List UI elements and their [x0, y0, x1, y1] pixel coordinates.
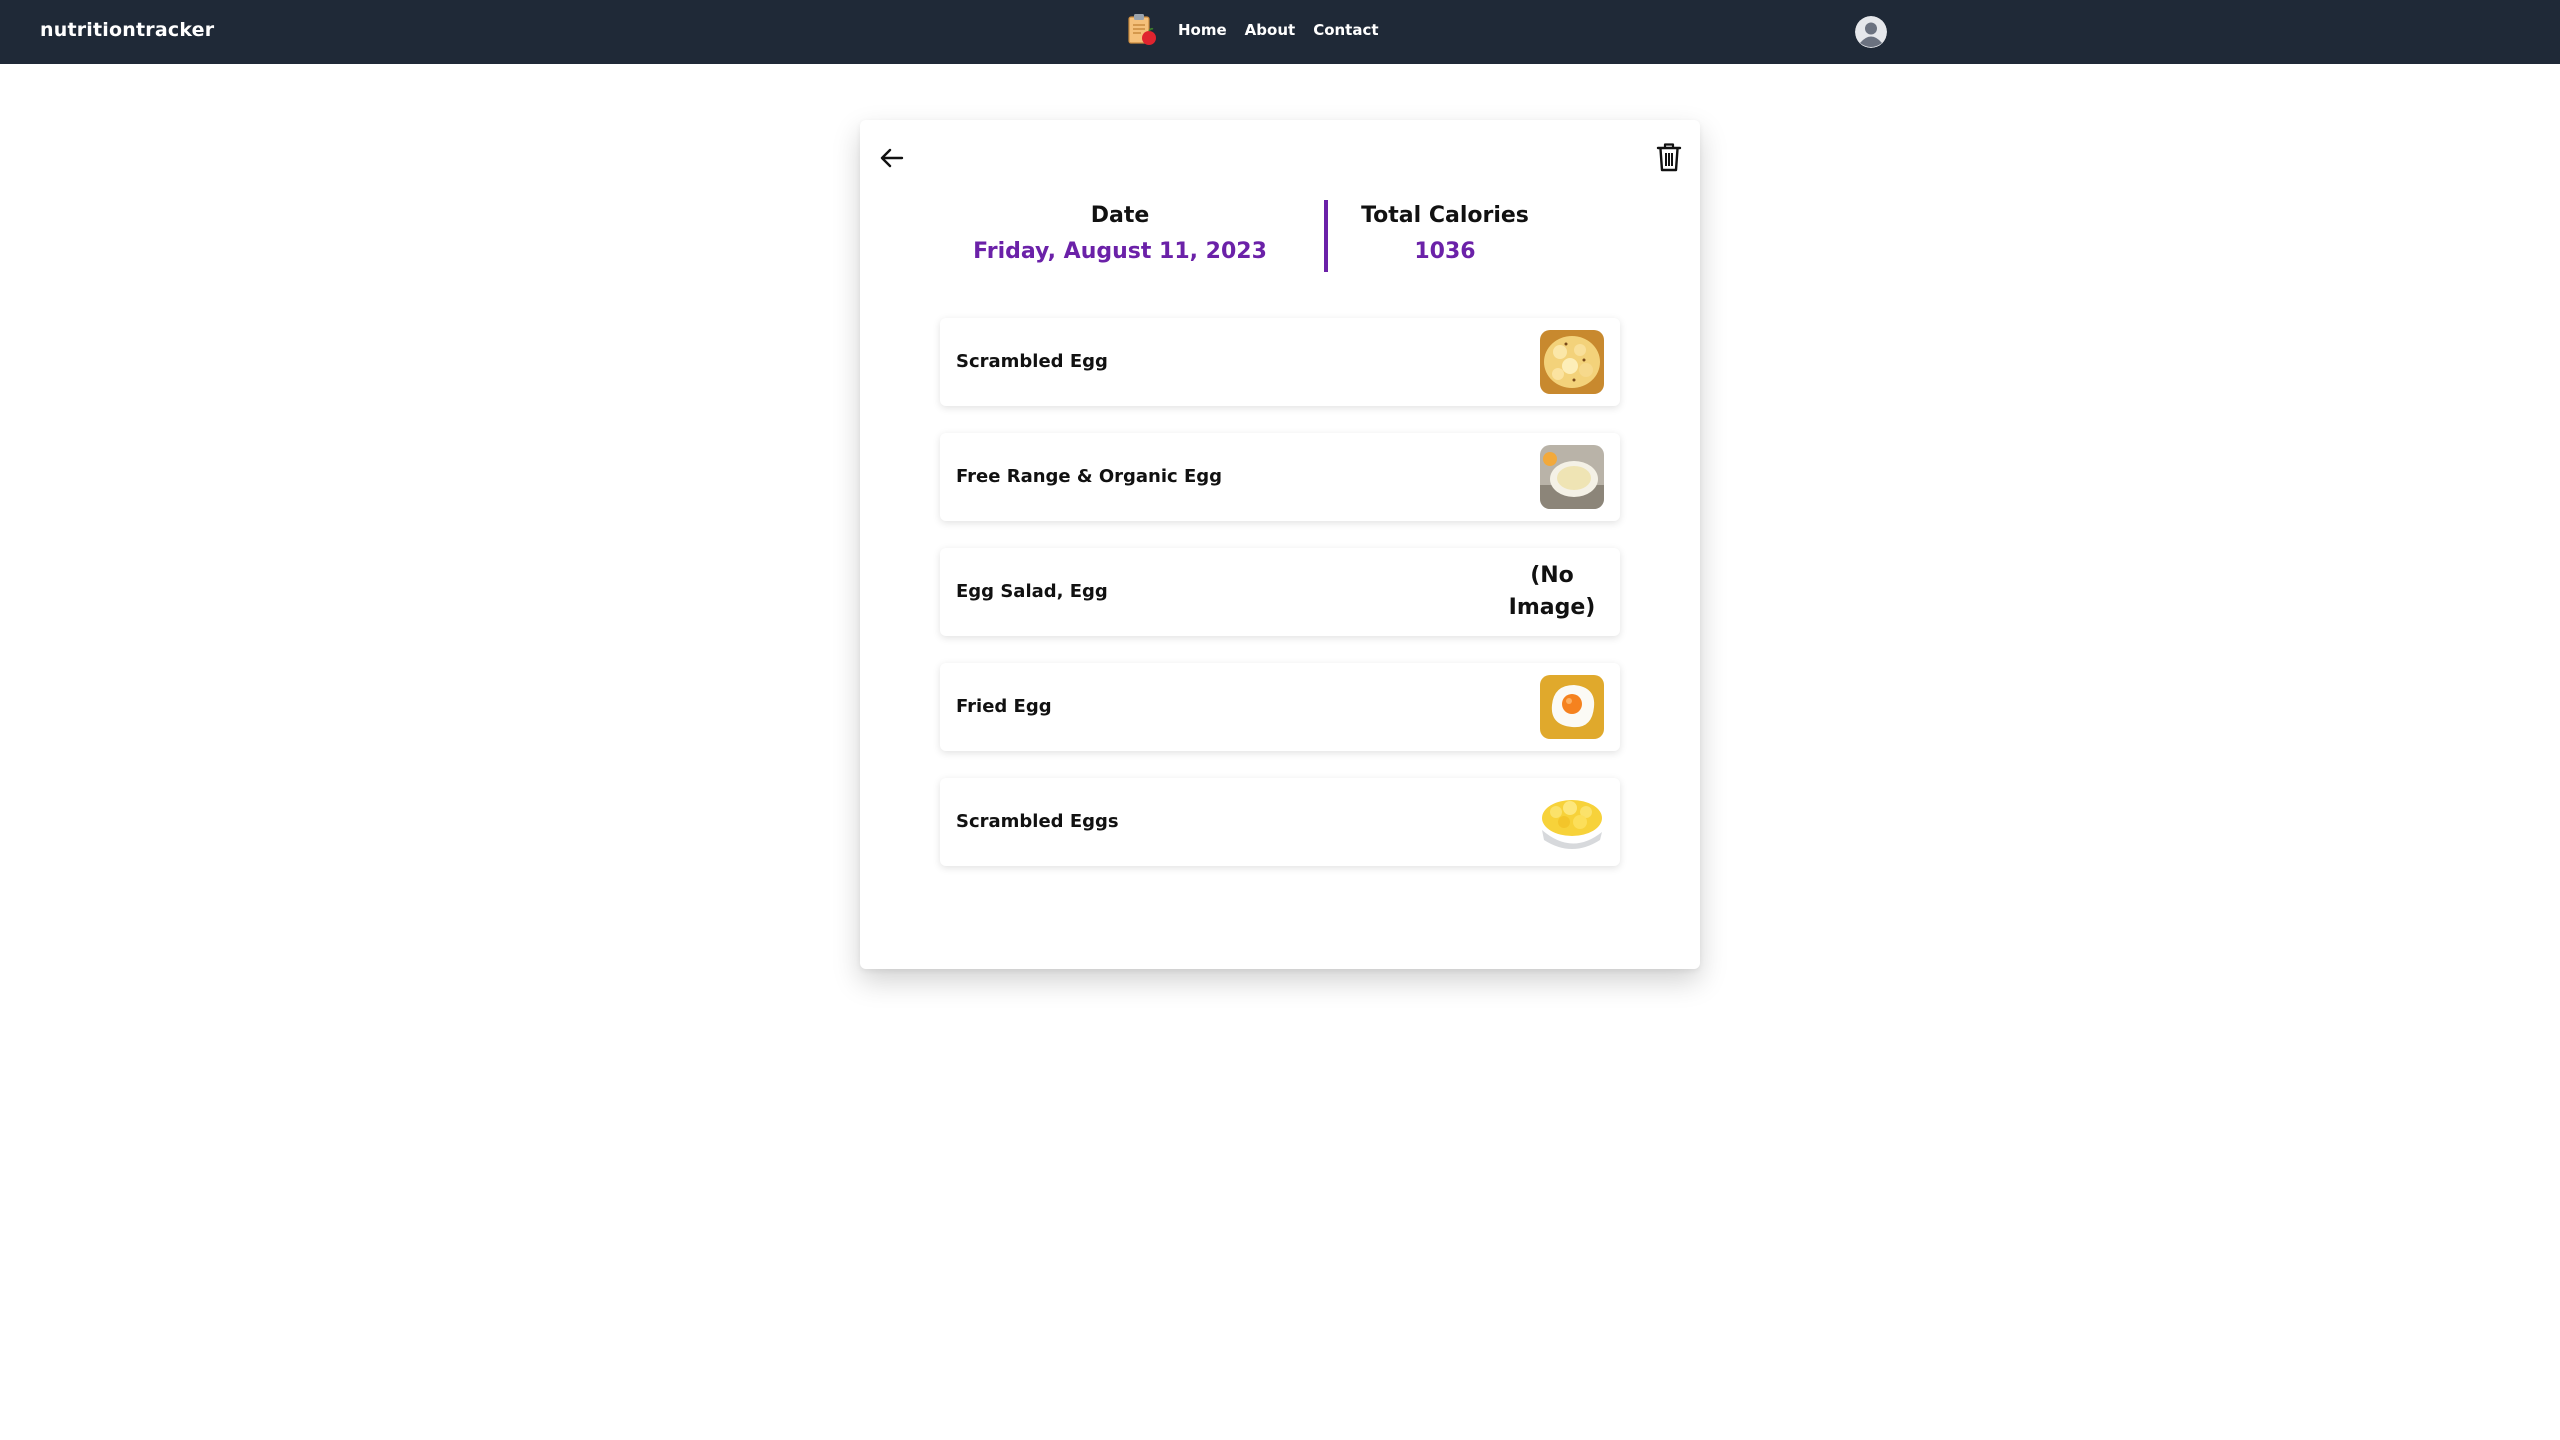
- calories-value: 1036: [1414, 239, 1476, 264]
- food-name: Fried Egg: [956, 696, 1052, 717]
- date-summary: Date Friday, August 11, 2023: [970, 200, 1270, 268]
- nav-contact[interactable]: Contact: [1313, 21, 1378, 39]
- scrambled-egg-photo: [1540, 330, 1604, 394]
- food-item-fried-egg[interactable]: Fried Egg: [940, 663, 1620, 751]
- food-item-scrambled-egg[interactable]: Scrambled Egg: [940, 318, 1620, 406]
- brand-link[interactable]: nutritiontracker: [40, 0, 214, 60]
- food-list: Scrambled Egg Free Range & Organic Egg E…: [940, 318, 1620, 893]
- delete-button[interactable]: [1654, 140, 1684, 174]
- user-avatar-icon[interactable]: [1855, 16, 1887, 48]
- meal-detail-card: Date Friday, August 11, 2023 Total Calor…: [860, 120, 1700, 969]
- nav-about[interactable]: About: [1245, 21, 1296, 39]
- food-name: Egg Salad, Egg: [956, 581, 1108, 602]
- trash-icon: [1656, 143, 1682, 172]
- back-button[interactable]: [876, 142, 908, 174]
- navbar: nutritiontracker Home About Contact: [0, 0, 2560, 64]
- clipboard-apple-icon[interactable]: [1124, 12, 1160, 48]
- date-value: Friday, August 11, 2023: [973, 239, 1267, 264]
- no-image-placeholder: (No Image): [1508, 563, 1596, 620]
- food-name: Scrambled Eggs: [956, 811, 1119, 832]
- food-item-free-range-organic-egg[interactable]: Free Range & Organic Egg: [940, 433, 1620, 521]
- food-item-egg-salad[interactable]: Egg Salad, Egg (No Image): [940, 548, 1620, 636]
- nav-center: Home About Contact: [1124, 12, 1397, 48]
- calories-label: Total Calories: [1361, 203, 1529, 228]
- nav-home[interactable]: Home: [1178, 21, 1227, 39]
- food-name: Scrambled Egg: [956, 351, 1108, 372]
- fried-egg-photo: [1540, 675, 1604, 739]
- food-name: Free Range & Organic Egg: [956, 466, 1223, 487]
- scrambled-eggs-photo: [1540, 790, 1604, 854]
- organic-egg-photo: [1540, 445, 1604, 509]
- calories-summary: Total Calories 1036: [1320, 200, 1570, 268]
- date-label: Date: [1090, 203, 1150, 228]
- food-item-scrambled-eggs[interactable]: Scrambled Eggs: [940, 778, 1620, 866]
- arrow-left-icon: [880, 148, 904, 168]
